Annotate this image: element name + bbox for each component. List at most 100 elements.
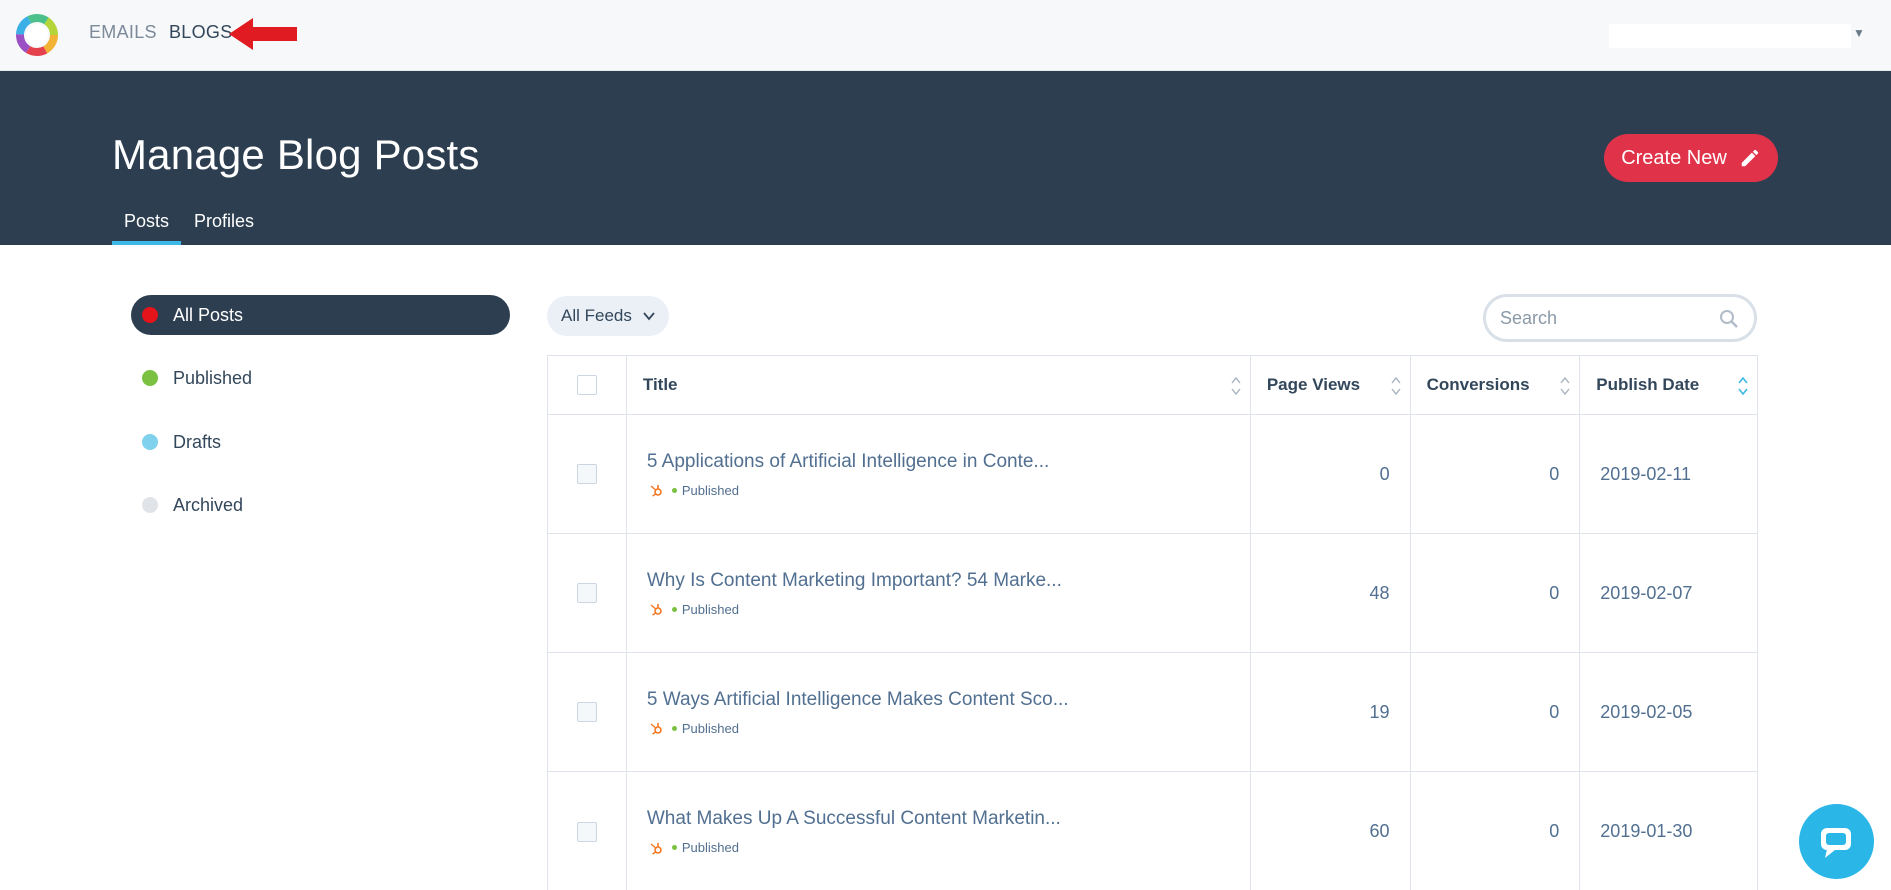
nav-blogs-link[interactable]: BLOGS [169,22,233,43]
all-feeds-dropdown[interactable]: All Feeds [547,296,669,336]
sidebar-item-label: Published [173,367,253,388]
chat-launcher-button[interactable] [1799,804,1874,879]
page-views-value: 0 [1379,463,1390,484]
conversions-value: 0 [1549,701,1560,722]
column-header-title[interactable]: Title [627,356,1251,414]
sidebar-item-archived[interactable]: Archived [131,485,510,525]
conversions-cell: 0 [1411,653,1581,771]
status-badge: Published [681,601,739,617]
publish-date-cell: 2019-02-05 [1580,653,1757,771]
page-views-value: 60 [1369,821,1390,841]
account-name-box[interactable] [1609,24,1851,48]
ring-logo-icon[interactable] [14,12,60,58]
row-checkbox-cell [548,415,627,533]
conversions-value: 0 [1549,463,1560,484]
title-cell: 5 Ways Artificial Intelligence Makes Con… [627,653,1251,771]
status-badge: Published [681,720,739,736]
row-checkbox[interactable] [576,821,597,842]
column-header-label: Page Views [1266,375,1361,394]
search-icon[interactable] [1719,309,1739,329]
table-row: Why Is Content Marketing Important? 54 M… [548,534,1757,653]
red-arrow-icon [229,18,297,50]
column-header-label: Title [642,375,678,394]
publish-date-value: 2019-02-05 [1600,701,1693,722]
row-checkbox[interactable] [576,702,597,722]
publish-date-value: 2019-02-11 [1600,463,1692,484]
status-dot-icon [142,434,158,450]
top-nav: EMAILS BLOGS ▼ [0,0,1891,71]
title-cell: What Makes Up A Successful Content Marke… [627,772,1251,890]
select-all-checkbox[interactable] [576,375,597,395]
publish-date-cell: 2019-01-30 [1580,772,1757,890]
chat-icon [1820,827,1851,858]
table-row: 5 Applications of Artificial Intelligenc… [548,415,1757,534]
column-header-label: Publish Date [1596,375,1700,394]
post-title-link[interactable]: 5 Ways Artificial Intelligence Makes Con… [647,689,1069,711]
title-cell: 5 Applications of Artificial Intelligenc… [627,415,1251,533]
post-title-link[interactable]: 5 Applications of Artificial Intelligenc… [647,451,1049,473]
sidebar-item-label: Archived [173,494,244,515]
status-dot-icon [142,370,158,386]
page-views-cell: 19 [1251,653,1411,771]
publish-date-cell: 2019-02-07 [1580,534,1757,652]
sidebar-item-label: Drafts [173,431,222,452]
published-dot-icon [671,606,677,612]
title-cell: Why Is Content Marketing Important? 54 M… [627,534,1251,652]
row-checkbox-cell [548,534,627,652]
publish-date-value: 2019-01-30 [1600,821,1693,841]
column-header-page-views[interactable]: Page Views [1251,356,1411,414]
table-row: 5 Ways Artificial Intelligence Makes Con… [548,653,1757,772]
sidebar-item-label: All Posts [173,304,244,325]
create-new-label: Create New [1621,146,1727,169]
table-row: What Makes Up A Successful Content Marke… [548,772,1757,890]
status-dot-icon [142,307,158,323]
sidebar-item-drafts[interactable]: Drafts [131,422,510,462]
conversions-value: 0 [1549,821,1560,841]
sort-icon[interactable] [1390,375,1402,397]
conversions-cell: 0 [1411,534,1581,652]
page-views-value: 48 [1369,582,1390,603]
sort-icon[interactable] [1230,375,1242,397]
page-views-cell: 0 [1251,415,1411,533]
sort-active-icon[interactable] [1737,375,1749,397]
header-checkbox-cell [548,356,627,414]
nav-emails-link[interactable]: EMAILS [89,22,157,43]
page-views-cell: 60 [1251,772,1411,890]
row-checkbox-cell [548,772,627,890]
published-dot-icon [671,725,677,731]
hubspot-sprocket-icon [650,604,662,616]
tab-profiles[interactable]: Profiles [194,211,254,245]
published-dot-icon [671,487,677,493]
row-checkbox[interactable] [576,583,597,603]
chevron-down-icon [643,312,655,321]
conversions-cell: 0 [1411,415,1581,533]
create-new-button[interactable]: Create New [1604,134,1778,182]
sort-icon[interactable] [1559,375,1571,397]
conversions-value: 0 [1549,582,1560,603]
post-title-link[interactable]: What Makes Up A Successful Content Marke… [647,808,1061,830]
hubspot-sprocket-icon [650,485,662,497]
search-input[interactable] [1500,306,1710,330]
table-header-row: Title Page Views Conversions Publish Dat… [548,356,1757,415]
sidebar-item-published[interactable]: Published [131,358,510,398]
all-feeds-label: All Feeds [561,306,632,325]
post-title-link[interactable]: Why Is Content Marketing Important? 54 M… [647,570,1062,592]
tab-posts[interactable]: Posts [112,211,181,245]
account-chevron-down-icon[interactable]: ▼ [1853,26,1865,40]
pencil-icon [1741,149,1759,167]
column-header-label: Conversions [1426,375,1530,394]
posts-table: Title Page Views Conversions Publish Dat… [547,355,1758,890]
row-checkbox[interactable] [576,464,597,484]
status-badge: Published [681,482,739,498]
publish-date-value: 2019-02-07 [1600,582,1693,603]
column-header-conversions[interactable]: Conversions [1411,356,1581,414]
publish-date-cell: 2019-02-11 [1580,415,1757,533]
page-views-cell: 48 [1251,534,1411,652]
sidebar-item-all-posts[interactable]: All Posts [131,295,510,335]
page-views-value: 19 [1369,701,1390,722]
search-box [1483,294,1757,342]
column-header-publish-date[interactable]: Publish Date [1580,356,1757,414]
row-checkbox-cell [548,653,627,771]
page-title: Manage Blog Posts [112,131,480,178]
page-header: Manage Blog Posts Create New Posts Profi… [0,71,1891,245]
